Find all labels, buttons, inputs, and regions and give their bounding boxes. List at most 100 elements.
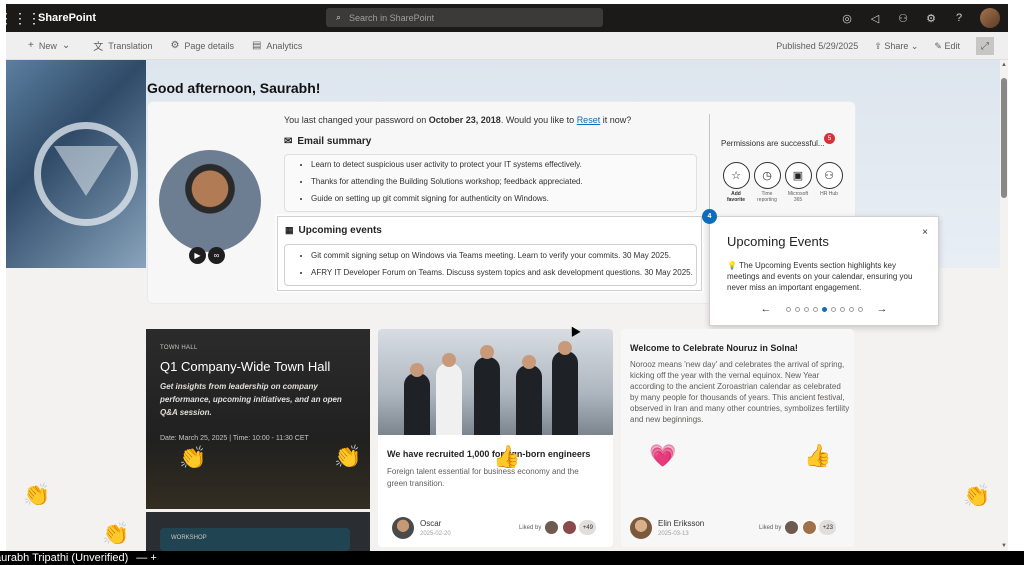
quick-link-label: Microsoft 365 (787, 191, 809, 203)
app-name[interactable]: SharePoint (38, 12, 96, 24)
reset-link[interactable]: Reset (577, 115, 601, 125)
quick-link-add-favorite[interactable]: ☆ Add favorite (722, 162, 750, 203)
person-head (522, 355, 536, 369)
help-icon[interactable]: ? (952, 12, 966, 24)
tour-navigation: ← → (710, 303, 938, 315)
password-middle: . Would you like to (500, 115, 577, 125)
upcoming-events-title: Upcoming events (298, 225, 382, 236)
share-label: Share (884, 40, 909, 51)
quick-link-time-reporting[interactable]: ◷ Time reporting (753, 162, 781, 203)
permissions-title[interactable]: Permissions are successful... (721, 139, 825, 148)
search-box[interactable]: ⌕ Search in SharePoint (326, 8, 603, 27)
quick-link-microsoft-365[interactable]: ▣ Microsoft 365 (784, 162, 812, 203)
news-title: We have recruited 1,000 foreign-born eng… (387, 449, 591, 459)
list-item[interactable]: Learn to detect suspicious user activity… (311, 160, 696, 169)
browser-frame: ⋮⋮⋮ SharePoint ⌕ Search in SharePoint ◎ … (6, 4, 1008, 551)
tour-step-badge: 4 (702, 209, 717, 224)
arrow-left-icon[interactable]: ← (761, 303, 772, 315)
tour-dot[interactable] (803, 306, 809, 312)
tour-dot[interactable] (794, 306, 800, 312)
new-button[interactable]: + New ⌄ (28, 40, 75, 51)
heart-emoji-icon: 💗 (649, 443, 677, 468)
play-icon[interactable]: ▶ (189, 247, 206, 264)
building-logo-image (6, 60, 146, 268)
logo-triangle (54, 146, 118, 196)
edit-button[interactable]: ✎ Edit (934, 41, 960, 52)
page-details-label: Page details (184, 40, 234, 51)
tour-callout: Upcoming Events × 💡 The Upcoming Events … (709, 216, 939, 326)
link-icon[interactable]: ∞ (208, 247, 225, 264)
thumbs-up-emoji-icon: 👍 (804, 443, 832, 468)
news-card-townhall[interactable]: TOWN HALL Q1 Company-Wide Town Hall Get … (146, 329, 370, 509)
quick-link-label: HR Hub (820, 191, 838, 197)
news-card-nouruz[interactable]: Welcome to Celebrate Nouruz in Solna! No… (621, 329, 854, 547)
divider (709, 114, 710, 224)
close-icon[interactable]: × (922, 227, 928, 238)
author-block: Elin Eriksson 2025-03-13 (630, 517, 704, 539)
share-button[interactable]: ⇪ Share ⌄ (874, 41, 918, 52)
taskbar-controls[interactable]: — + (136, 552, 156, 564)
news-description: Foreign talent essential for business ec… (387, 467, 579, 488)
liked-by[interactable]: Liked by +49 (519, 520, 597, 535)
calendar-icon: ▦ (285, 225, 294, 235)
translate-icon: 文 (93, 42, 104, 53)
tour-dot[interactable] (857, 306, 863, 312)
user-avatar[interactable] (980, 8, 1000, 28)
suite-bar: ⋮⋮⋮ SharePoint ⌕ Search in SharePoint ◎ … (6, 4, 1008, 32)
password-suffix: it now? (600, 115, 632, 125)
person-figure (404, 373, 430, 435)
quick-link-label: Time reporting (757, 191, 777, 203)
list-item[interactable]: AFRY IT Developer Forum on Teams. Discus… (311, 268, 696, 277)
analytics-button[interactable]: ▤ Analytics (252, 40, 302, 51)
person-figure (516, 365, 542, 435)
star-add-icon: ☆ (722, 162, 750, 189)
gear-icon[interactable]: ⚙ (924, 12, 938, 25)
scrollbar[interactable]: ▲ ▼ (1000, 60, 1008, 551)
scroll-thumb[interactable] (1001, 78, 1007, 198)
tour-dot[interactable] (812, 306, 818, 312)
list-item[interactable]: Guide on setting up git commit signing f… (311, 194, 696, 203)
arrow-right-icon[interactable]: → (877, 303, 888, 315)
news-description: Norooz means 'new day' and celebrates th… (630, 360, 850, 424)
page-details-button[interactable]: ⚙ Page details (170, 40, 234, 51)
news-card-recruited[interactable]: We have recruited 1,000 foreign-born eng… (378, 329, 613, 547)
list-item[interactable]: Git commit signing setup on Windows via … (311, 251, 696, 260)
command-bar-right: Published 5/29/2025 ⇪ Share ⌄ ✎ Edit ⤢ (776, 32, 994, 60)
chevron-down-icon: ⌄ (61, 40, 71, 51)
news-title: Welcome to Celebrate Nouruz in Solna! (630, 343, 798, 353)
clock-icon: ◷ (753, 162, 781, 189)
author-name: Oscar (420, 519, 442, 528)
quick-link-label: Add favorite (726, 191, 746, 203)
avatar (802, 520, 818, 535)
avatar (392, 517, 414, 539)
email-summary-header: ✉ Email summary (284, 136, 371, 147)
translation-button[interactable]: 文 Translation (93, 38, 152, 54)
news-tag: WORKSHOP (171, 535, 207, 541)
office-icon: ▣ (784, 162, 812, 189)
liked-by[interactable]: Liked by +23 (759, 520, 837, 535)
app-launcher-icon[interactable]: ⋮⋮⋮ (6, 4, 41, 32)
share-network-icon[interactable]: ⚇ (896, 12, 910, 25)
quick-links: ☆ Add favorite ◷ Time reporting ▣ Micros… (722, 162, 843, 203)
tour-dot[interactable] (848, 306, 854, 312)
news-card-workshop[interactable]: WORKSHOP (146, 512, 370, 551)
tour-dot[interactable] (821, 306, 827, 312)
person-head (558, 341, 572, 355)
quick-link-hr-hub[interactable]: ⚇ HR Hub (815, 162, 843, 203)
taskbar-window-title[interactable]: aurabh Tripathi (Unverified) (0, 552, 128, 564)
list-item[interactable]: Thanks for attending the Building Soluti… (311, 177, 696, 186)
suite-actions: ◎ ◁ ⚇ ⚙ ? (840, 8, 1000, 28)
scroll-up-icon[interactable]: ▲ (1001, 62, 1007, 68)
expand-icon[interactable]: ⤢ (976, 37, 994, 55)
pencil-icon: ✎ (934, 40, 942, 51)
scroll-down-icon[interactable]: ▼ (1001, 543, 1007, 549)
tour-dot[interactable] (830, 306, 836, 312)
share-icon: ⇪ (874, 40, 882, 51)
news-date: Date: March 25, 2025 | Time: 10:00 - 11:… (160, 435, 309, 442)
avatar (630, 517, 652, 539)
copilot-icon[interactable]: ◎ (840, 12, 854, 25)
password-date: October 23, 2018 (428, 115, 501, 125)
megaphone-icon[interactable]: ◁ (868, 12, 882, 25)
tour-dot[interactable] (785, 306, 791, 312)
tour-dot[interactable] (839, 306, 845, 312)
